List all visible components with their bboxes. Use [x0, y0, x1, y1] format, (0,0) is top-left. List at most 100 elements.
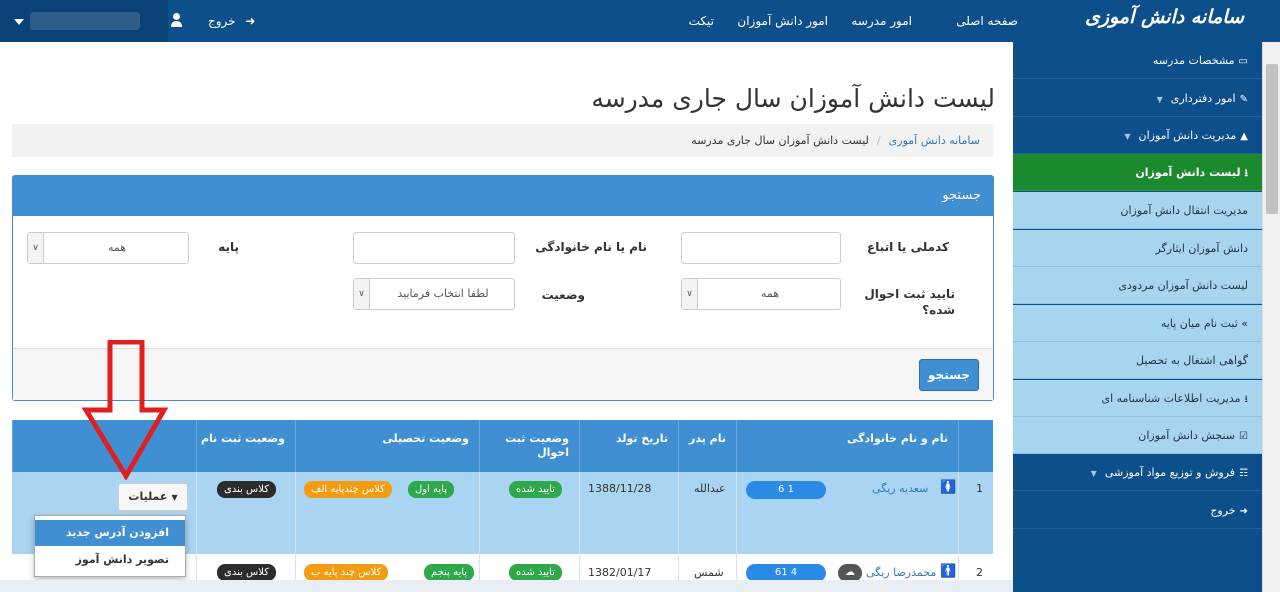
sign-out-icon: ➜ — [1239, 506, 1248, 517]
column-divider — [579, 472, 580, 592]
status-label: وضعیت — [541, 288, 585, 302]
sidebar-item[interactable]: لیست دانش آموزان مردودی — [1013, 267, 1262, 304]
approval-select-value: همه — [760, 287, 780, 300]
column-divider — [678, 472, 679, 592]
scrollbar[interactable] — [1262, 42, 1280, 592]
sidebar-item[interactable]: » ثبت نام میان پایه — [1013, 305, 1262, 342]
sidebar-item-label: » ثبت نام میان پایه — [1160, 317, 1248, 330]
nav-student-affairs[interactable]: امور دانش آموزان — [737, 0, 828, 42]
chevron-down-icon: ∨ — [28, 233, 44, 263]
registration-badge: کلاس بندی — [217, 481, 276, 498]
chevron-down-icon: ▼ — [1124, 132, 1131, 141]
approval-label: تایید ثبت احوال شده؟ — [864, 287, 955, 317]
caret-down-icon: ▼ — [171, 493, 178, 502]
sidebar: ▭مشخصات مدرسه ✎امور دفترداری▼ ▲مدیریت دانش… — [1013, 42, 1262, 592]
footer-strip — [0, 580, 1013, 592]
operations-dropdown: افزودن آدرس جدید تصویر دانش آموز — [34, 515, 186, 577]
monitor-icon: ▭ — [1238, 56, 1248, 67]
name-input[interactable] — [353, 232, 515, 264]
father-name: شمس — [694, 566, 724, 579]
column-divider — [736, 472, 737, 592]
nav-ticket[interactable]: تیکت — [689, 0, 714, 42]
civil-status-badge: تایید شده — [509, 481, 562, 498]
chevron-down-icon: ∨ — [354, 279, 370, 309]
row-number: 1 — [976, 482, 983, 495]
female-user-icon: 🚺 — [940, 480, 957, 495]
graduation-cap-icon: ▲ — [1240, 131, 1248, 142]
username-redacted — [30, 12, 140, 30]
chevron-down-icon: ▼ — [1156, 95, 1163, 104]
approval-select[interactable]: ∨ همه — [681, 278, 841, 310]
nav-school-affairs[interactable]: امور مدرسه — [851, 0, 912, 42]
breadcrumb: سامانه دانش آموری / لیست دانش آموزان سال ج… — [12, 124, 993, 157]
father-name: عبدالله — [694, 482, 726, 495]
search-button[interactable]: جستجو — [919, 359, 979, 391]
national-id-pill: 6 1 — [746, 481, 826, 499]
sidebar-item[interactable]: ▭مشخصات مدرسه — [1013, 42, 1262, 79]
search-panel-header: جستجو — [13, 176, 993, 216]
sidebar-item-label: خروج — [1210, 504, 1236, 517]
sidebar-item-label: مدیریت انتقال دانش آموزان — [1120, 204, 1248, 217]
status-select[interactable]: ∨ لطفا انتخاب فرمایید — [353, 278, 515, 310]
sidebar-item[interactable]: ☶فروش و توزیع مواد آموزشی ▼ — [1013, 454, 1262, 491]
sidebar-item[interactable]: ☑سنجش دانش آموزان — [1013, 417, 1262, 454]
grade-select-value: همه — [107, 241, 127, 254]
grade-select[interactable]: ∨ همه — [27, 232, 189, 264]
sign-out-icon: ➜ — [245, 14, 256, 28]
civil-status-badge: تایید شده — [509, 564, 562, 581]
menu-add-address[interactable]: افزودن آدرس جدید — [35, 520, 185, 546]
student-name[interactable]: سعدیه ریگی — [872, 482, 928, 495]
sidebar-item[interactable]: دانش آموزان ایثارگر — [1013, 230, 1262, 267]
sidebar-item[interactable]: ⭳مدیریت اطلاعات شناسنامه ای — [1013, 380, 1262, 417]
logout-label: خروج — [208, 14, 236, 28]
check-square-icon: ☑ — [1239, 431, 1248, 442]
column-divider — [479, 472, 480, 592]
national-code-input[interactable] — [681, 232, 841, 264]
sidebar-item-label: مدیریت اطلاعات شناسنامه ای — [1101, 392, 1241, 405]
sidebar-item[interactable]: ▲مدیریت دانش آموزان ▼ — [1013, 117, 1262, 154]
red-arrow-annotation — [81, 340, 169, 480]
col-header-education-status: وضعیت تحصیلی — [295, 420, 479, 472]
brand-logo[interactable]: سامانه دانش آموزی — [1085, 6, 1244, 28]
breadcrumb-current: لیست دانش آموزان سال جاری مدرسه — [691, 134, 869, 147]
sidebar-item-label: دانش آموزان ایثارگر — [1155, 242, 1248, 255]
logout-link[interactable]: خروج ➜ — [208, 0, 255, 42]
sidebar-item[interactable]: ✎امور دفترداری ▼ — [1013, 80, 1262, 117]
sidebar-item[interactable]: گواهی اشتغال به تحصیل — [1013, 342, 1262, 379]
sidebar-item-label: امور دفترداری — [1170, 92, 1236, 105]
col-header-father: نام پدر — [678, 420, 736, 472]
breadcrumb-home[interactable]: سامانه دانش آموری — [889, 134, 980, 147]
breadcrumb-separator: / — [876, 134, 881, 147]
sidebar-item[interactable]: ⭳لیست دانش آموزان — [1013, 154, 1262, 191]
top-navbar: سامانه دانش آموزی صفحه اصلی امور مدرسه ا… — [0, 0, 1280, 42]
user-download-icon: ⭳ — [1244, 168, 1249, 179]
sidebar-item-label: لیست دانش آموزان مردودی — [1118, 279, 1248, 292]
birth-date: 1388/11/28 — [588, 482, 652, 495]
sidebar-item[interactable]: ➜خروج — [1013, 492, 1262, 529]
col-header-name: نام و نام خانوادگی — [736, 420, 958, 472]
col-header-number — [958, 420, 993, 472]
chevron-down-icon — [14, 19, 24, 25]
sidebar-item-label: سنجش دانش آموزان — [1138, 429, 1236, 442]
scrollbar-thumb[interactable] — [1266, 64, 1278, 214]
menu-student-photo[interactable]: تصویر دانش آموز — [35, 547, 185, 573]
chevron-down-icon: ▼ — [1090, 469, 1097, 478]
operations-label: عملیات — [128, 490, 168, 503]
user-menu[interactable] — [0, 0, 168, 42]
sidebar-item[interactable]: مدیریت انتقال دانش آموزان — [1013, 192, 1262, 229]
nav-home[interactable]: صفحه اصلی — [956, 0, 1018, 42]
row-number: 2 — [976, 566, 983, 579]
user-icon — [170, 13, 182, 27]
page-title: لیست دانش آموزان سال جاری مدرسه — [591, 84, 995, 113]
col-header-registration-status: وضعیت ثبت نام — [196, 420, 295, 472]
class-type-badge: کلاس چندپایه الف — [304, 481, 392, 498]
class-type-badge: کلاس چند پایه ب — [304, 564, 389, 581]
column-divider — [196, 472, 197, 592]
column-divider — [295, 472, 296, 592]
col-header-civil-status: وضعیت ثبت احوال — [479, 420, 579, 472]
column-divider — [958, 472, 959, 592]
grade-badge: پایه اول — [408, 481, 455, 498]
operations-button[interactable]: ▼عملیات — [118, 483, 188, 511]
sidebar-item-label: فروش و توزیع مواد آموزشی — [1104, 466, 1236, 479]
student-name[interactable]: محمدرضا ریگی — [866, 566, 936, 579]
